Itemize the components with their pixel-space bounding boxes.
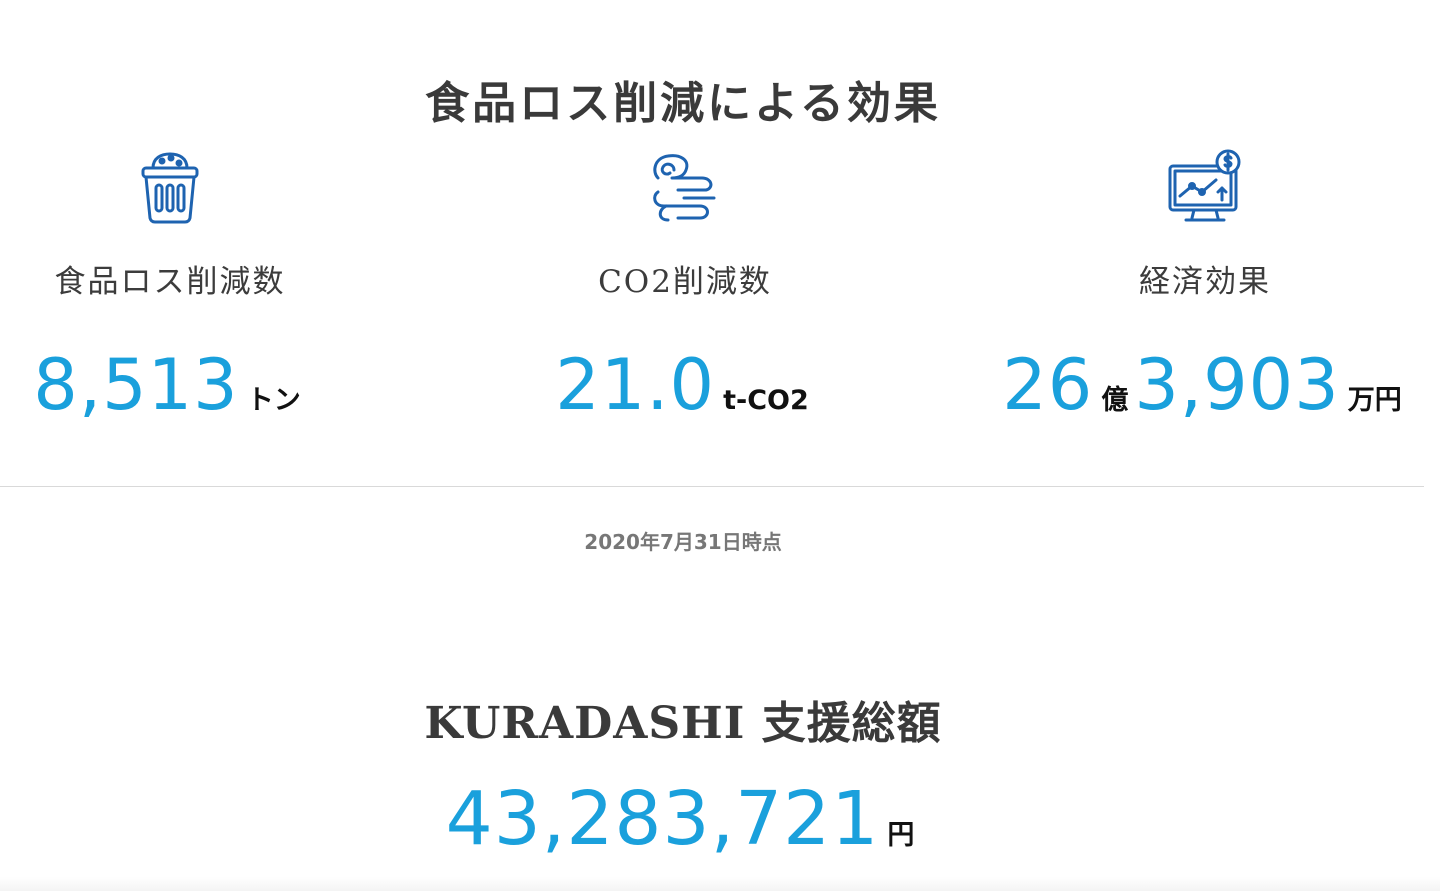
- trash-bin-icon: [129, 148, 211, 226]
- stat-value-food-loss: 8,513 トン: [20, 344, 320, 426]
- support-total-unit: 円: [887, 820, 915, 851]
- stat-label: CO2削減数: [598, 264, 772, 300]
- economic-oku-unit: 億: [1101, 385, 1129, 416]
- wind-icon: [644, 148, 726, 226]
- stat-label: 経済効果: [1139, 264, 1271, 300]
- support-total: 43,283,721 円: [0, 776, 1366, 862]
- co2-number: 21.0: [555, 344, 716, 426]
- bottom-edge: [0, 877, 1440, 891]
- economic-man-number: 3,903: [1134, 344, 1340, 426]
- stat-value-economic: 26 億3,903 万円: [990, 344, 1420, 426]
- stat-label: 食品ロス削減数: [54, 264, 286, 300]
- co2-unit: t-CO2: [723, 385, 809, 416]
- economic-chart-icon: [1164, 148, 1246, 226]
- stat-value-co2: 21.0 t-CO2: [535, 344, 835, 426]
- section-divider: [0, 486, 1424, 487]
- stat-economic: 経済効果 26 億3,903 万円: [990, 148, 1420, 438]
- economic-man-unit: 万円: [1347, 385, 1402, 416]
- as-of-date: 2020年7月31日時点: [584, 530, 782, 554]
- effect-section-title: 食品ロス削減による効果: [425, 78, 941, 130]
- support-total-number: 43,283,721: [445, 776, 880, 862]
- economic-oku-number: 26: [1002, 344, 1094, 426]
- food-loss-number: 8,513: [33, 344, 239, 426]
- stat-food-loss: 食品ロス削減数 8,513 トン: [20, 148, 320, 438]
- stat-co2: CO2削減数 21.0 t-CO2: [535, 148, 835, 438]
- food-loss-unit: トン: [246, 385, 301, 416]
- support-section-title: KURADASHI 支援総額: [424, 697, 942, 749]
